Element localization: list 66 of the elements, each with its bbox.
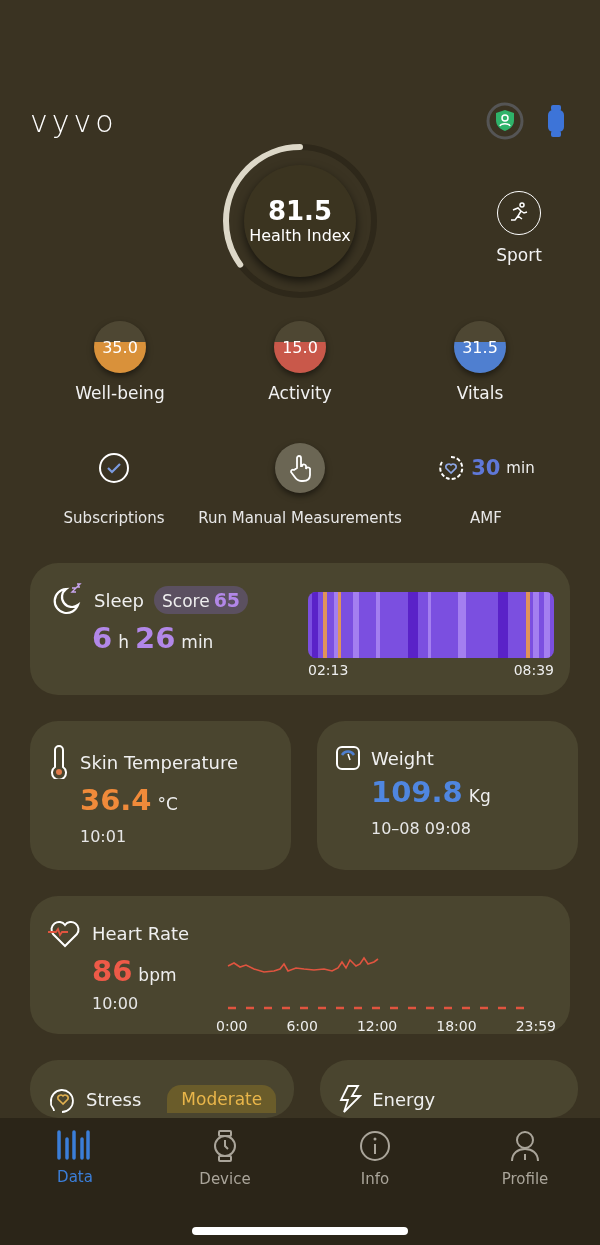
tap-button[interactable] (275, 443, 325, 494)
shield-icon[interactable] (486, 102, 524, 141)
watch-icon (212, 1130, 238, 1162)
weight-unit: Kg (468, 786, 491, 807)
sleep-minutes: 26 (134, 621, 176, 656)
hours-unit: h (118, 632, 129, 653)
lightning-icon (338, 1085, 363, 1114)
action-label[interactable]: Run Manual Measurements (198, 509, 402, 528)
sport-label: Sport (496, 244, 542, 265)
sleep-title: Sleep (94, 589, 144, 611)
thermometer-icon (48, 745, 70, 780)
skin-temperature-card[interactable]: Skin Temperature 36.4 °C 10:01 (30, 721, 291, 871)
action-label[interactable]: AMF (469, 509, 502, 528)
minutes-unit: min (181, 632, 214, 653)
heart-rate-card[interactable]: Heart Rate 86 bpm 10:00 0:00 6:00 12:00 18:00 23:59 (30, 896, 570, 1035)
sleep-score-chip: Score 65 (154, 586, 249, 615)
heart-rate-unit: bpm (138, 965, 177, 986)
amf-unit: min (506, 459, 535, 478)
heart-timer-icon (437, 454, 466, 483)
score-label: Activity (268, 383, 332, 404)
time-axis-label: 6:00 (286, 1018, 318, 1035)
energy-title: Energy (372, 1088, 436, 1110)
score-label: Well-being (75, 383, 165, 404)
weight-title: Weight (371, 747, 434, 769)
amf-value: 30 (471, 456, 501, 481)
hand-pointer-icon (287, 454, 313, 483)
score-bubble[interactable]: 31.5 (454, 321, 506, 374)
sleep-end-time: 08:39 (513, 662, 554, 679)
nav-tab[interactable]: Device (150, 1130, 300, 1188)
energy-card[interactable]: Energy (320, 1060, 578, 1118)
temperature-value: 36.4 (80, 783, 152, 818)
stress-card[interactable]: Stress Moderate (30, 1060, 295, 1118)
nav-tab[interactable]: Profile (450, 1130, 600, 1188)
heart-rate-value: 86 (92, 954, 133, 989)
time-axis-label: 12:00 (356, 1018, 398, 1035)
sleep-start-time: 02:13 (308, 662, 349, 679)
watch-icon[interactable] (546, 105, 566, 138)
score-label: Vitals (456, 383, 504, 404)
scale-icon (335, 745, 361, 772)
info-icon (359, 1130, 391, 1162)
heart-pulse-icon (48, 918, 82, 949)
health-index-value: 81.5 (267, 196, 333, 227)
heart-rate-title: Heart Rate (92, 922, 190, 944)
score-bubble[interactable]: 15.0 (274, 321, 326, 374)
sleep-hours: 6 (92, 621, 113, 656)
sleep-card[interactable]: Sleep Score 65 6 h 26 min 02:13 08:39 (30, 563, 570, 696)
stress-title: Stress (86, 1088, 142, 1110)
time-axis-label: 18:00 (436, 1018, 477, 1035)
bars-icon (57, 1130, 93, 1160)
time-axis-label: 23:59 (515, 1018, 556, 1035)
temperature-unit: °C (157, 794, 178, 815)
weight-time: 10–08 09:08 (370, 819, 472, 839)
weight-card[interactable]: Weight 109.8 Kg 10–08 09:08 (317, 721, 578, 871)
heart-rate-time: 10:00 (91, 994, 140, 1014)
person-icon (510, 1130, 540, 1162)
check-circle-icon (98, 452, 131, 485)
health-index-label: Health Index (249, 226, 351, 246)
stress-badge: Moderate (167, 1085, 277, 1114)
action-label[interactable]: Subscriptions (63, 509, 165, 528)
nav-tab[interactable]: Info (300, 1130, 450, 1188)
weight-value: 109.8 (371, 775, 463, 810)
nav-tab[interactable]: Data (0, 1130, 150, 1188)
logo: vyvo (30, 103, 119, 139)
time-axis-label: 0:00 (216, 1018, 248, 1035)
temperature-time: 10:01 (79, 827, 128, 847)
skin-temperature-title: Skin Temperature (80, 751, 238, 773)
